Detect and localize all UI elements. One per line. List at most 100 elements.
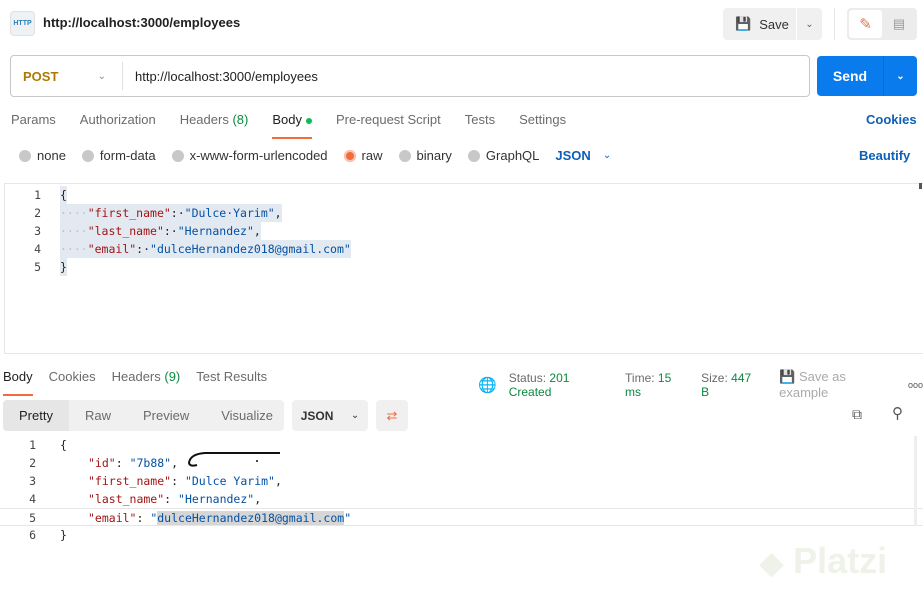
method-label: POST	[23, 68, 59, 84]
http-icon: HTTP	[10, 11, 35, 36]
tab-tests[interactable]: Tests	[465, 112, 495, 139]
view-preview[interactable]: Preview	[127, 400, 205, 431]
more-options-icon[interactable]: ooo	[908, 380, 923, 390]
beautify-link[interactable]: Beautify	[859, 148, 910, 163]
json-punct: ,	[274, 474, 282, 488]
chevron-down-icon: ⌄	[602, 150, 612, 161]
line-number: 4	[34, 242, 41, 256]
cookies-link[interactable]: Cookies	[866, 112, 917, 127]
json-value: "dulceHernandez018@gmail.com"	[150, 511, 352, 525]
tab-pre-request-script[interactable]: Pre-request Script	[336, 112, 441, 139]
save-button[interactable]: 💾 Save	[723, 8, 796, 40]
radio-none[interactable]: none	[19, 148, 66, 163]
save-dropdown-button[interactable]: ⌄	[797, 8, 822, 40]
tab-body[interactable]: Body	[272, 112, 312, 139]
code-content: {	[60, 186, 67, 204]
indent-whitespace: ····	[60, 206, 88, 220]
method-select[interactable]: POST ⌄	[11, 62, 123, 90]
url-input[interactable]: http://localhost:3000/employees	[123, 69, 318, 84]
headers-count: (9)	[164, 369, 181, 384]
line-number: 5	[34, 260, 41, 274]
response-tab-body[interactable]: Body	[3, 369, 33, 396]
option-label: GraphQL	[485, 148, 540, 163]
copy-icon[interactable]: ⧉	[852, 406, 862, 423]
save-label: Save	[759, 16, 789, 32]
format-label: JSON	[555, 148, 591, 163]
json-punct: {	[60, 438, 67, 452]
option-label: form-data	[99, 148, 156, 163]
radio-binary[interactable]: binary	[398, 148, 452, 163]
annotation-arrow-drawing	[187, 452, 280, 467]
radio-selected-icon	[343, 149, 356, 162]
view-visualize[interactable]: Visualize	[205, 400, 289, 431]
json-value: "dulceHernandez018@gmail.com"	[150, 242, 351, 256]
headers-count: (8)	[232, 112, 249, 127]
json-punct: ,	[274, 206, 282, 220]
json-punct: {	[60, 188, 67, 202]
request-tabs: Params Authorization Headers (8) Body Pr…	[11, 112, 566, 139]
json-punct: ,	[253, 224, 261, 238]
chevron-down-icon: ⌄	[350, 410, 360, 421]
modified-dot-icon	[305, 117, 312, 124]
response-tab-cookies[interactable]: Cookies	[49, 369, 96, 396]
wrap-lines-icon[interactable]: ⇄	[376, 400, 408, 431]
scrollbar[interactable]	[914, 436, 917, 526]
request-body-editor[interactable]: 1{2 ····"first_name":·"Dulce·Yarim", 3 ····…	[4, 183, 923, 354]
tab-authorization[interactable]: Authorization	[80, 112, 156, 139]
send-button[interactable]: Send ⌄	[817, 56, 917, 96]
indent-whitespace: ····	[60, 242, 88, 256]
option-label: raw	[361, 148, 383, 163]
scrollbar[interactable]	[919, 183, 922, 189]
radio-graphql[interactable]: GraphQL	[467, 148, 540, 163]
indent-whitespace: ····	[60, 224, 88, 238]
code-content: }	[60, 258, 67, 276]
body-format-select[interactable]: JSON ⌄	[555, 148, 611, 163]
response-tab-test-results[interactable]: Test Results	[196, 369, 267, 396]
json-key: "last_name"	[87, 224, 164, 238]
code-line: 4 "last_name": "Hernandez",	[0, 490, 923, 508]
tab-settings[interactable]: Settings	[519, 112, 566, 139]
code-content: "id": "7b88",	[88, 456, 179, 470]
tab-headers[interactable]: Headers (8)	[180, 112, 249, 139]
view-pretty[interactable]: Pretty	[3, 400, 69, 431]
line-number: 4	[29, 492, 36, 506]
search-icon[interactable]: ⚲	[892, 404, 903, 422]
response-format-select[interactable]: JSON ⌄	[292, 400, 368, 431]
tab-params[interactable]: Params	[11, 112, 56, 139]
status-label: Status:	[508, 370, 547, 385]
json-key: "first_name"	[87, 206, 171, 220]
radio-icon	[19, 149, 31, 162]
radio-form-data[interactable]: form-data	[81, 148, 156, 163]
radio-icon	[81, 149, 94, 162]
option-label: none	[37, 148, 66, 163]
platzi-watermark: ◆ Platzi	[760, 540, 888, 581]
json-key: "last_name"	[88, 492, 165, 506]
globe-icon[interactable]: 🌐	[478, 376, 497, 394]
code-line: 4 ····"email":·"dulceHernandez018@gmail.c…	[5, 240, 923, 258]
chevron-down-icon: ⌄	[97, 70, 106, 82]
request-title[interactable]: http://localhost:3000/employees	[43, 15, 240, 30]
line-number: 2	[29, 456, 36, 470]
json-key: "id"	[88, 456, 116, 470]
response-tab-headers[interactable]: Headers (9)	[112, 369, 181, 396]
radio-raw[interactable]: raw	[343, 148, 383, 163]
json-value: "Dulce·Yarim"	[184, 206, 275, 220]
send-dropdown-chevron-icon[interactable]: ⌄	[883, 56, 917, 96]
json-key: "email"	[88, 511, 137, 525]
edit-pencil-icon[interactable]: ✎	[849, 10, 882, 38]
response-body-viewer[interactable]: 1{2 "id": "7b88", 3 "first_name": "Dulce Ya…	[0, 436, 923, 544]
view-raw[interactable]: Raw	[69, 400, 127, 431]
tab-label: Headers	[111, 369, 161, 384]
code-content: ····"first_name":·"Dulce·Yarim",	[60, 204, 282, 222]
response-tabs: Body Cookies Headers (9) Test Results	[3, 369, 267, 396]
code-content: "email": "dulceHernandez018@gmail.com"	[88, 511, 352, 525]
json-punct: }	[60, 528, 67, 542]
json-value: "Hernandez"	[178, 492, 255, 506]
json-key: "email"	[87, 242, 137, 256]
save-icon: 💾	[735, 16, 752, 31]
code-line: 2 ····"first_name":·"Dulce·Yarim",	[5, 204, 923, 222]
save-as-example-button[interactable]: 💾 Save as example	[779, 369, 896, 400]
code-line: 3 "first_name": "Dulce Yarim",	[0, 472, 923, 490]
comments-icon[interactable]: ▤	[884, 10, 914, 38]
radio-urlencoded[interactable]: x-www-form-urlencoded	[171, 148, 328, 163]
